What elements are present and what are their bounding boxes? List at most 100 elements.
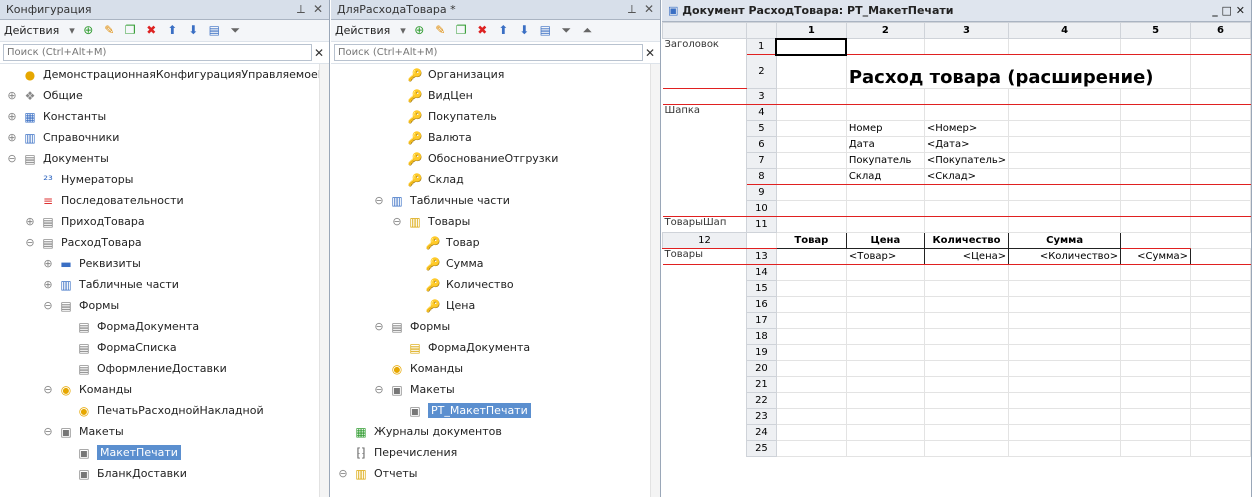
- edit-icon[interactable]: ✎: [102, 23, 117, 38]
- tree-item[interactable]: ⊕ ▤ ПриходТовара: [0, 211, 329, 232]
- spreadsheet-grid[interactable]: 1 2 3 4 5 6 Заголовок 1 2 Расход товара (расширен…: [662, 22, 1251, 497]
- grid-cell[interactable]: [1008, 440, 1122, 457]
- tree-item[interactable]: ⊕ ▦ Константы: [0, 106, 329, 127]
- section-label[interactable]: Шапка: [662, 104, 747, 201]
- grid-cell[interactable]: [1120, 88, 1192, 105]
- search-input[interactable]: [3, 44, 312, 61]
- grid-cell[interactable]: [1008, 88, 1122, 105]
- grid-cell[interactable]: [923, 38, 1010, 55]
- field-label[interactable]: Номер: [845, 120, 925, 137]
- tree-item[interactable]: ⊕ ▥ Табличные части: [0, 274, 329, 295]
- grid-cell[interactable]: [775, 54, 847, 89]
- grid-cell[interactable]: [1190, 312, 1251, 329]
- clear-search-icon[interactable]: ✕: [643, 46, 657, 60]
- grid-cell[interactable]: [1190, 104, 1251, 121]
- move-down-icon[interactable]: ⬇: [186, 23, 201, 38]
- grid-cell[interactable]: [775, 200, 847, 217]
- grid-cell[interactable]: [1120, 264, 1192, 281]
- tree-item[interactable]: 🔑 Количество: [331, 274, 660, 295]
- grid-cell[interactable]: [923, 344, 1010, 361]
- tree-item[interactable]: ▤ ФормаДокумента: [331, 337, 660, 358]
- field-parameter[interactable]: <Покупатель>: [923, 152, 1010, 169]
- filter-clear-icon[interactable]: ⏶: [580, 23, 595, 38]
- row-number[interactable]: 19: [745, 344, 777, 361]
- grid-cell[interactable]: [923, 376, 1010, 393]
- grid-cell[interactable]: [1190, 248, 1251, 265]
- table-parameter-cell[interactable]: <Сумма>: [1120, 248, 1192, 265]
- grid-cell[interactable]: [1008, 168, 1122, 185]
- add-icon[interactable]: ⊕: [81, 23, 96, 38]
- row-number[interactable]: 15: [745, 280, 777, 297]
- grid-cell[interactable]: [775, 120, 847, 137]
- grid-cell[interactable]: [1190, 88, 1251, 105]
- field-label[interactable]: Дата: [845, 136, 925, 153]
- grid-cell[interactable]: [1190, 344, 1251, 361]
- tree-item[interactable]: 🔑 Товар: [331, 232, 660, 253]
- grid-cell[interactable]: [923, 88, 1010, 105]
- pin-icon[interactable]: ⟂: [297, 2, 305, 17]
- grid-cell[interactable]: [775, 360, 847, 377]
- collapse-icon[interactable]: ⊖: [42, 383, 54, 396]
- search-input[interactable]: [334, 44, 643, 61]
- collapse-icon[interactable]: ⊖: [42, 425, 54, 438]
- grid-cell[interactable]: [923, 104, 1010, 121]
- collapse-icon[interactable]: ⊖: [391, 215, 403, 228]
- table-parameter-cell[interactable]: <Количество>: [1008, 248, 1122, 265]
- row-number[interactable]: 6: [745, 136, 777, 153]
- section-label[interactable]: Заголовок: [662, 38, 747, 89]
- column-header[interactable]: 6: [1190, 22, 1251, 39]
- grid-cell[interactable]: [845, 344, 925, 361]
- tree-item[interactable]: ⊖ ▥ Товары: [331, 211, 660, 232]
- tree-item[interactable]: ⊖ ▥ Табличные части: [331, 190, 660, 211]
- field-parameter[interactable]: <Дата>: [923, 136, 1010, 153]
- grid-cell[interactable]: [1008, 152, 1122, 169]
- row-number[interactable]: 22: [745, 392, 777, 409]
- grid-cell[interactable]: [923, 280, 1010, 297]
- grid-cell[interactable]: [1120, 296, 1192, 313]
- grid-cell[interactable]: [1120, 328, 1192, 345]
- row-number[interactable]: 3: [745, 88, 777, 105]
- section-label[interactable]: ТоварыШап: [662, 216, 747, 233]
- field-label[interactable]: Покупатель: [845, 152, 925, 169]
- grid-cell[interactable]: [1190, 216, 1251, 233]
- grid-cell[interactable]: [923, 312, 1010, 329]
- tree-item[interactable]: 🔑 Сумма: [331, 253, 660, 274]
- row-number[interactable]: 24: [745, 424, 777, 441]
- row-number[interactable]: 21: [745, 376, 777, 393]
- expand-icon[interactable]: ⊕: [24, 215, 36, 228]
- copy-icon[interactable]: ❐: [123, 23, 138, 38]
- grid-cell[interactable]: [775, 392, 847, 409]
- grid-cell[interactable]: [775, 248, 847, 265]
- grid-cell[interactable]: [1008, 360, 1122, 377]
- grid-cell[interactable]: [1008, 296, 1122, 313]
- grid-cell[interactable]: [923, 296, 1010, 313]
- column-header[interactable]: 2: [845, 22, 925, 39]
- filter-icon[interactable]: ⏷: [228, 23, 243, 38]
- grid-cell[interactable]: [745, 232, 777, 249]
- grid-cell[interactable]: [923, 440, 1010, 457]
- grid-cell[interactable]: [845, 392, 925, 409]
- grid-cell[interactable]: [1120, 424, 1192, 441]
- grid-cell[interactable]: [1008, 136, 1122, 153]
- grid-cell[interactable]: [775, 104, 847, 121]
- row-number[interactable]: 17: [745, 312, 777, 329]
- close-icon[interactable]: ✕: [313, 2, 323, 17]
- grid-cell[interactable]: [1190, 376, 1251, 393]
- grid-cell[interactable]: [1120, 232, 1192, 249]
- grid-cell[interactable]: [1120, 344, 1192, 361]
- tree-item[interactable]: ⁅⁆ Перечисления: [331, 442, 660, 463]
- row-number[interactable]: 10: [745, 200, 777, 217]
- grid-cell[interactable]: [1190, 328, 1251, 345]
- grid-cell[interactable]: [1190, 408, 1251, 425]
- field-parameter[interactable]: <Склад>: [923, 168, 1010, 185]
- grid-cell[interactable]: [845, 38, 925, 55]
- delete-icon[interactable]: ✖: [144, 23, 159, 38]
- copy-icon[interactable]: ❐: [454, 23, 469, 38]
- grid-cell[interactable]: [1190, 120, 1251, 137]
- grid-cell[interactable]: [775, 136, 847, 153]
- grid-cell[interactable]: [775, 424, 847, 441]
- grid-cell[interactable]: [1120, 376, 1192, 393]
- grid-cell[interactable]: [1008, 264, 1122, 281]
- table-header-cell[interactable]: Сумма: [1008, 232, 1122, 249]
- tree-item[interactable]: ▦ Журналы документов: [331, 421, 660, 442]
